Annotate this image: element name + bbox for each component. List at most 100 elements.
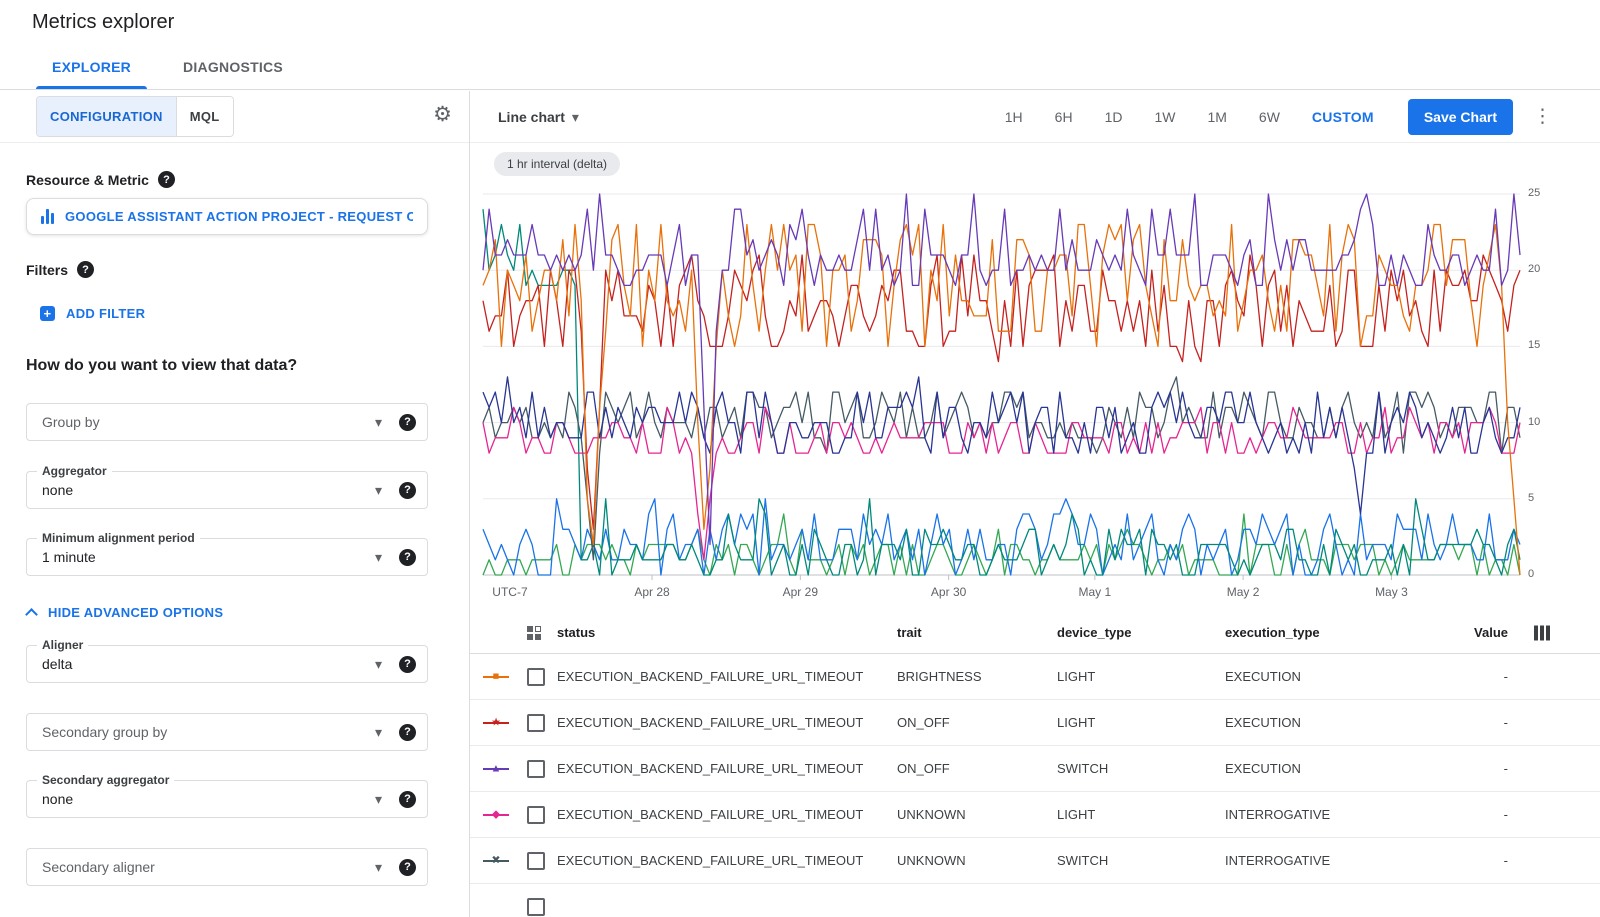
table-row[interactable]: ★ EXECUTION_BACKEND_FAILURE_URL_TIMEOUT …: [470, 700, 1600, 746]
content: CONFIGURATION MQL ⚙ Resource & Metric ? …: [0, 91, 1600, 917]
app-header: Metrics explorer: [0, 0, 1600, 44]
aligner-field[interactable]: Aligner delta ▾ ?: [26, 645, 428, 683]
time-range-6h[interactable]: 6H: [1039, 109, 1089, 125]
configuration-sidebar: CONFIGURATION MQL ⚙ Resource & Metric ? …: [0, 91, 470, 917]
y-tick-label: 0: [1528, 568, 1534, 580]
help-icon[interactable]: ?: [399, 549, 416, 566]
help-icon[interactable]: ?: [399, 482, 416, 499]
column-device-type: device_type: [1057, 625, 1225, 640]
tab-diagnostics[interactable]: DIAGNOSTICS: [157, 44, 309, 89]
row-checkbox[interactable]: [527, 714, 545, 732]
add-filter-label: ADD FILTER: [66, 306, 145, 321]
chevron-up-icon: [25, 608, 38, 621]
help-icon[interactable]: ?: [399, 656, 416, 673]
settings-gear-icon[interactable]: ⚙: [433, 104, 452, 125]
chevron-down-icon: ▾: [375, 725, 382, 739]
row-checkbox[interactable]: [527, 668, 545, 686]
page-title: Metrics explorer: [32, 11, 174, 34]
time-range-1w[interactable]: 1W: [1138, 109, 1191, 125]
mql-tab[interactable]: MQL: [176, 97, 233, 136]
series-table: status trait device_type execution_type …: [470, 612, 1600, 917]
row-checkbox[interactable]: [527, 852, 545, 870]
y-tick-label: 15: [1528, 339, 1540, 351]
min-alignment-field[interactable]: Minimum alignment period 1 minute ▾ ?: [26, 538, 428, 576]
cell-trait: UNKNOWN: [897, 853, 1057, 868]
secondary-aggregator-value: none: [42, 791, 375, 807]
min-alignment-value: 1 minute: [42, 549, 375, 565]
column-settings-icon[interactable]: [1534, 625, 1550, 640]
legend-grid-icon[interactable]: [527, 626, 541, 640]
table-row-partial[interactable]: [470, 884, 1600, 917]
tab-explorer[interactable]: EXPLORER: [26, 44, 157, 89]
cell-trait: BRIGHTNESS: [897, 669, 1057, 684]
advanced-toggle-label: HIDE ADVANCED OPTIONS: [48, 605, 223, 620]
interval-chip: 1 hr interval (delta): [494, 152, 620, 176]
config-mql-toggle: CONFIGURATION MQL: [36, 96, 234, 137]
cell-value: -: [1415, 853, 1510, 868]
secondary-aggregator-label: Secondary aggregator: [37, 773, 174, 787]
x-tick-label: May 2: [1227, 585, 1260, 599]
secondary-group-by-placeholder: Secondary group by: [42, 724, 375, 740]
row-checkbox[interactable]: [527, 806, 545, 824]
chart-toolbar: Line chart ▾ 1H 6H 1D 1W 1M 6W CUSTOM Sa…: [470, 91, 1600, 143]
hide-advanced-options-toggle[interactable]: HIDE ADVANCED OPTIONS: [27, 605, 223, 620]
aligner-value: delta: [42, 656, 375, 672]
time-range-1h[interactable]: 1H: [989, 109, 1039, 125]
y-tick-label: 10: [1528, 416, 1540, 428]
help-icon[interactable]: ?: [399, 414, 416, 431]
cell-status: EXECUTION_BACKEND_FAILURE_URL_TIMEOUT: [557, 669, 897, 684]
help-icon[interactable]: ?: [399, 859, 416, 876]
filters-label: Filters: [26, 262, 68, 278]
time-range-custom[interactable]: CUSTOM: [1296, 109, 1390, 125]
row-checkbox[interactable]: [527, 760, 545, 778]
aggregator-field[interactable]: Aggregator none ▾ ?: [26, 471, 428, 509]
cell-value: -: [1415, 807, 1510, 822]
time-range-6w[interactable]: 6W: [1243, 109, 1296, 125]
series-marker-icon: ✖: [483, 854, 509, 868]
cell-execution-type: INTERROGATIVE: [1225, 807, 1415, 822]
help-icon[interactable]: ?: [399, 791, 416, 808]
chevron-down-icon: ▾: [375, 550, 382, 564]
help-icon[interactable]: ?: [158, 171, 175, 188]
time-range-group: 1H 6H 1D 1W 1M 6W CUSTOM Save Chart ⋮: [989, 99, 1552, 135]
row-checkbox[interactable]: [527, 898, 545, 916]
x-tick-label: Apr 30: [931, 585, 966, 599]
line-chart[interactable]: [483, 192, 1520, 582]
plus-icon: +: [40, 306, 55, 321]
cell-status: EXECUTION_BACKEND_FAILURE_URL_TIMEOUT: [557, 761, 897, 776]
save-chart-button[interactable]: Save Chart: [1408, 99, 1513, 135]
chevron-down-icon: ▾: [375, 657, 382, 671]
aggregator-value: none: [42, 482, 375, 498]
help-icon[interactable]: ?: [399, 724, 416, 741]
cell-device-type: SWITCH: [1057, 853, 1225, 868]
secondary-group-by-field[interactable]: Secondary group by ▾ ?: [26, 713, 428, 751]
secondary-aligner-field[interactable]: Secondary aligner ▾ ?: [26, 848, 428, 886]
table-row[interactable]: ■ EXECUTION_BACKEND_FAILURE_URL_TIMEOUT …: [470, 654, 1600, 700]
time-range-1d[interactable]: 1D: [1089, 109, 1139, 125]
table-row[interactable]: ◆ EXECUTION_BACKEND_FAILURE_URL_TIMEOUT …: [470, 792, 1600, 838]
table-row[interactable]: ✖ EXECUTION_BACKEND_FAILURE_URL_TIMEOUT …: [470, 838, 1600, 884]
chevron-down-icon: ▾: [375, 792, 382, 806]
cell-execution-type: EXECUTION: [1225, 761, 1415, 776]
configuration-tab[interactable]: CONFIGURATION: [37, 97, 176, 136]
y-tick-label: 25: [1528, 187, 1540, 199]
cell-device-type: LIGHT: [1057, 715, 1225, 730]
more-options-icon[interactable]: ⋮: [1533, 107, 1552, 126]
metric-selector-chip[interactable]: GOOGLE ASSISTANT ACTION PROJECT - REQUES…: [26, 198, 428, 235]
chart-area: 1 hr interval (delta) 0510152025 UTC-7Ap…: [470, 143, 1600, 612]
group-by-field[interactable]: Group by ▾ ?: [26, 403, 428, 441]
help-icon[interactable]: ?: [77, 261, 94, 278]
secondary-aggregator-field[interactable]: Secondary aggregator none ▾ ?: [26, 780, 428, 818]
cell-trait: ON_OFF: [897, 761, 1057, 776]
add-filter-button[interactable]: + ADD FILTER: [40, 306, 145, 321]
cell-execution-type: EXECUTION: [1225, 669, 1415, 684]
x-tick-label: Apr 29: [783, 585, 818, 599]
resource-metric-label: Resource & Metric: [26, 172, 149, 188]
chevron-down-icon: ▾: [572, 110, 579, 124]
chart-type-dropdown[interactable]: Line chart ▾: [498, 109, 579, 125]
column-execution-type: execution_type: [1225, 625, 1415, 640]
table-row[interactable]: ▲ EXECUTION_BACKEND_FAILURE_URL_TIMEOUT …: [470, 746, 1600, 792]
x-axis-labels: UTC-7Apr 28Apr 29Apr 30May 1May 2May 3: [483, 585, 1520, 601]
time-range-1m[interactable]: 1M: [1191, 109, 1242, 125]
chevron-down-icon: ▾: [375, 415, 382, 429]
